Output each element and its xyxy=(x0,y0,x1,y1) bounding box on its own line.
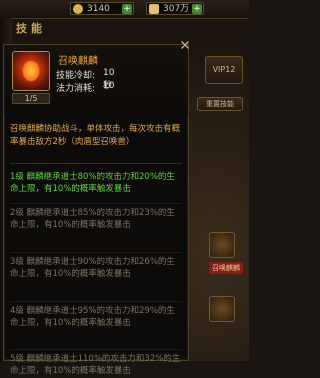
skill-level: 1/5 xyxy=(12,93,50,104)
add-gold-button[interactable]: + xyxy=(122,4,132,14)
gold-value: 3140 xyxy=(87,4,110,14)
divider xyxy=(10,163,182,164)
cooldown-label: 技能冷却: xyxy=(56,71,96,81)
divider xyxy=(10,301,182,302)
skill-slot[interactable] xyxy=(209,296,235,322)
level-2-effect: 2级 麒麟继承道士85%的攻击力和23%的生命上限，有10%的概率触发暴击 xyxy=(10,208,175,231)
ingot-icon xyxy=(149,4,159,14)
level-1-effect: 1级 麒麟继承道士80%的攻击力和20%的生命上限，有10%的概率触发暴击 xyxy=(10,172,175,195)
level-3-effect: 3级 麒麟继承道士90%的攻击力和26%的生命上限，有10%的概率触发暴击 xyxy=(10,257,175,280)
add-ingot-button[interactable]: + xyxy=(192,4,202,14)
gold-counter: 3140 + xyxy=(70,2,134,15)
summon-tag: 召唤麒麟 xyxy=(209,262,243,274)
flame-icon xyxy=(22,60,40,82)
gold-coin-icon xyxy=(73,4,83,14)
level-4-effect: 4级 麒麟继承道士95%的攻击力和29%的生命上限，有10%的概率触发暴击 xyxy=(10,306,175,329)
ingot-counter: 307万 + xyxy=(146,2,204,15)
resource-bar: 3140 + 307万 + xyxy=(0,0,249,19)
tooltip-header: 1/5 召唤麒麟 技能冷却: 10秒 法力消耗: 10 xyxy=(4,45,188,115)
skill-slot[interactable] xyxy=(209,232,235,258)
background-title: 技能 xyxy=(16,22,46,35)
level-5-effect: 5级 麒麟继承道士110%的攻击力和32%的生命上限，有10%的概率触发暴击 xyxy=(10,354,181,377)
qilin-skill-icon xyxy=(12,51,50,91)
reset-skill-button[interactable]: 重置技能 xyxy=(197,97,243,111)
skill-tooltip: 1/5 召唤麒麟 技能冷却: 10秒 法力消耗: 10 召唤麒麟协助战斗，单体攻… xyxy=(3,44,189,376)
mana-value: 10 xyxy=(103,81,115,91)
ingot-value: 307万 xyxy=(163,4,190,14)
cooldown-row: 技能冷却: 10秒 xyxy=(56,68,114,91)
skill-name: 召唤麒麟 xyxy=(58,56,98,67)
divider xyxy=(10,203,182,204)
divider xyxy=(10,252,182,253)
mana-row: 法力消耗: 10 xyxy=(56,81,114,94)
skill-description: 召唤麒麟协助战斗，单体攻击，每次攻击有概率暴击敌方2秒（肉盾型召唤兽） xyxy=(10,124,181,147)
vip-button[interactable]: VIP12 xyxy=(205,56,243,84)
mana-label: 法力消耗: xyxy=(56,84,96,94)
divider xyxy=(10,349,182,350)
